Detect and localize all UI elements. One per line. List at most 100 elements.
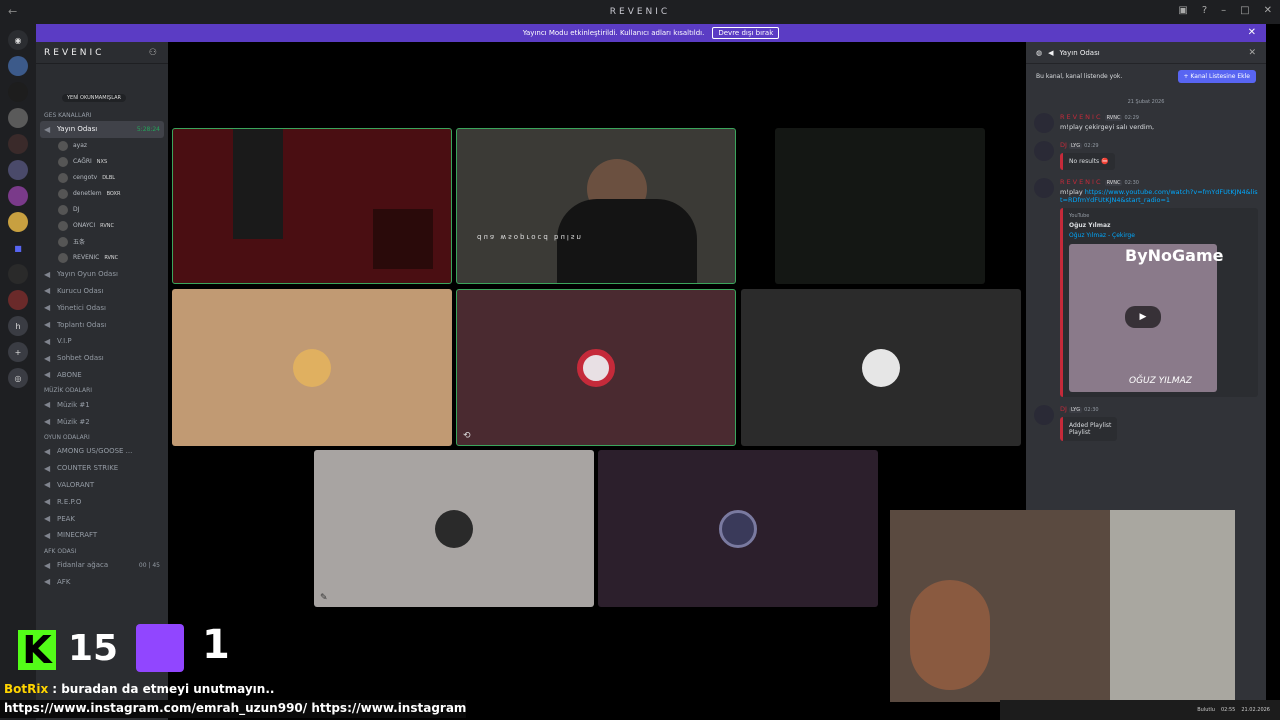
voice-channel[interactable]: ◀ PEAK [36, 510, 168, 527]
voice-user[interactable]: ONAYCI RVNC [36, 218, 168, 234]
add-server-icon[interactable]: + [8, 342, 28, 362]
server-header[interactable]: REVENIC ⚇ [36, 42, 168, 64]
avatar [58, 172, 68, 183]
help-icon[interactable]: ? [1202, 5, 1207, 16]
add-to-channel-list-button[interactable]: + Kanal Listesine Ekle [1177, 70, 1256, 83]
add-member-icon[interactable]: ⚇ [149, 48, 160, 58]
maximize-icon[interactable]: □ [1240, 5, 1249, 16]
participant-tile-4[interactable]: ✎ [314, 450, 594, 607]
avatar [435, 509, 473, 548]
voice-channel[interactable]: ◀ VALORANT [36, 477, 168, 494]
channel-sidebar: REVENIC ⚇ YENİ OKUNMAMIŞLAR GES KANALLAR… [36, 42, 168, 720]
avatar [719, 509, 757, 548]
music-category[interactable]: MÜZİK ODALARI [36, 383, 168, 396]
back-arrow-icon[interactable]: ← [8, 5, 17, 18]
unread-pill[interactable]: YENİ OKUNMAMIŞLAR [62, 94, 126, 102]
avatar [577, 348, 615, 387]
embed-author[interactable]: Oğuz Yılmaz [1069, 222, 1252, 229]
avatar [58, 220, 68, 231]
voice-channel[interactable]: ◀ COUNTER STRIKE [36, 460, 168, 477]
user-name: DJ [73, 206, 80, 214]
server-icon[interactable] [8, 134, 28, 154]
weather-text: Bulutlu [1197, 707, 1215, 713]
voice-channel[interactable]: ◀ Yayın Oyun Odası [36, 266, 168, 283]
participant-tile-3[interactable] [741, 289, 1021, 446]
embed-title[interactable]: Oğuz Yılmaz - Çekirge [1069, 232, 1252, 239]
server-icon[interactable] [8, 160, 28, 180]
video-tile-2[interactable]: dua wsoprocd bulsn [456, 128, 736, 284]
voice-user[interactable]: DJ [36, 202, 168, 218]
close-icon[interactable]: ✕ [1264, 5, 1272, 16]
server-rail: ◉ ■ h + ◎ [0, 24, 36, 720]
voice-user[interactable]: REVENIC RVNC [36, 250, 168, 266]
minimize-icon[interactable]: – [1221, 5, 1226, 16]
voice-user[interactable]: ayaz [36, 138, 168, 154]
voice-channel[interactable]: ◀ AFK [36, 574, 168, 591]
play-icon[interactable]: ▶ [1125, 306, 1161, 328]
participant-tile-2[interactable]: ⟲ [456, 289, 736, 446]
user-tag: BOXR [106, 190, 121, 197]
banner-close-icon[interactable]: ✕ [1248, 27, 1256, 38]
chat-icon: ◍ [1036, 48, 1043, 57]
channel-notice: Bu kanal, kanal listende yok. + Kanal Li… [1026, 64, 1266, 89]
video-thumbnail[interactable]: ByNoGame ▶ OĞUZ YILMAZ [1069, 244, 1223, 392]
server-icon[interactable] [8, 290, 28, 310]
avatar [862, 348, 900, 387]
server-icon[interactable] [8, 264, 28, 284]
voice-user[interactable]: 五条 [36, 234, 168, 250]
server-top-area: YENİ OKUNMAMIŞLAR [36, 64, 168, 108]
server-icon[interactable] [8, 82, 28, 102]
voice-channel[interactable]: ◀ Kurucu Odası [36, 283, 168, 300]
video-tile-3[interactable] [775, 128, 985, 284]
avatar [58, 188, 68, 199]
channel-label: PEAK [57, 514, 76, 523]
discover-icon[interactable]: ◎ [8, 368, 28, 388]
server-icon[interactable] [8, 56, 28, 76]
voice-channel[interactable]: ◀ AMONG US/GOOSE ... [36, 443, 168, 460]
chat-message: DJ LYG 02:29 No results ⛔ [1026, 137, 1266, 174]
folder-icon[interactable]: ■ [8, 238, 28, 258]
video-tile-1[interactable] [172, 128, 452, 284]
voice-channel[interactable]: ◀ ABONE [36, 367, 168, 384]
channel-label: AFK [57, 577, 71, 586]
voice-user[interactable]: cengotv DLBL [36, 170, 168, 186]
youtube-embed: YouTube Oğuz Yılmaz Oğuz Yılmaz - Çekirge B… [1060, 208, 1258, 397]
game-channel-list: ◀ AMONG US/GOOSE ... ◀ COUNTER STRIKE ◀ VALOR… [36, 443, 168, 544]
speaker-icon: ◀ [44, 463, 51, 473]
voice-channel[interactable]: ◀ Müzik #1 [36, 396, 168, 413]
voice-channel[interactable]: ◀ V.I.P [36, 333, 168, 350]
message-author[interactable]: REVENIC [1060, 113, 1103, 121]
server-icon[interactable] [8, 108, 28, 128]
voice-channel[interactable]: ◀ Yönetici Odası [36, 299, 168, 316]
voice-channel[interactable]: ◀ Müzik #2 [36, 413, 168, 430]
disable-streamer-mode-button[interactable]: Devre dışı bırak [712, 27, 780, 39]
server-icon[interactable]: h [8, 316, 28, 336]
game-category[interactable]: OYUN ODALARI [36, 430, 168, 443]
voice-channel[interactable]: ◀ Sohbet Odası [36, 350, 168, 367]
embed-provider: YouTube [1069, 213, 1090, 219]
message-author[interactable]: REVENIC [1060, 178, 1103, 186]
voice-channel[interactable]: ◀ MINECRAFT [36, 527, 168, 544]
message-author[interactable]: DJ [1060, 405, 1067, 413]
voice-user[interactable]: CAĞRI NXS [36, 154, 168, 170]
message-author[interactable]: DJ [1060, 141, 1067, 149]
speaker-icon: ◀ [44, 269, 51, 279]
afk-category[interactable]: AFK ODASI [36, 544, 168, 557]
participant-tile-1[interactable] [172, 289, 452, 446]
youtube-link[interactable]: https://www.youtube.com/watch?v=fmYdFUtK… [1060, 188, 1258, 204]
discord-home-icon[interactable]: ◉ [8, 30, 28, 50]
channel-timer: 5:28:24 [136, 125, 160, 133]
voice-user[interactable]: denetlem BOXR [36, 186, 168, 202]
inbox-icon[interactable]: ▣ [1178, 5, 1187, 16]
participant-tile-5[interactable] [598, 450, 878, 607]
close-chat-icon[interactable]: ✕ [1248, 48, 1256, 58]
voice-category[interactable]: GES KANALLARI [36, 108, 168, 121]
voice-channel[interactable]: ◀ R.E.P.O [36, 493, 168, 510]
server-icon[interactable] [8, 212, 28, 232]
voice-channel[interactable]: ◀ Toplantı Odası [36, 316, 168, 333]
channel-yayin-odasi[interactable]: ◀ Yayın Odası 5:28:24 [40, 121, 164, 138]
server-icon[interactable] [8, 186, 28, 206]
avatar [58, 140, 68, 151]
user-tag: RVNC [104, 254, 119, 261]
voice-channel[interactable]: ◀ Fidanlar ağaca 00 | 45 [36, 557, 168, 574]
